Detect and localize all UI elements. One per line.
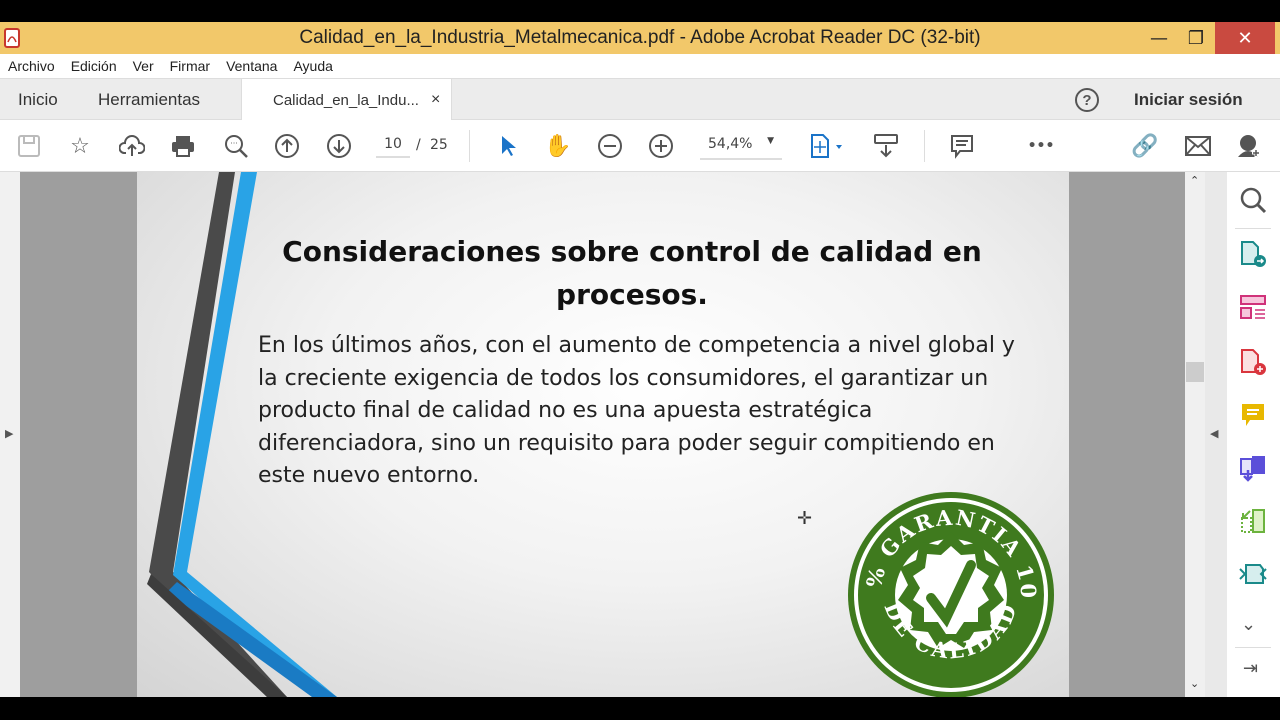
signin-button[interactable]: Iniciar sesión	[1134, 79, 1243, 120]
select-cursor-icon[interactable]	[494, 132, 522, 160]
crosshair-cursor-icon: ✛	[797, 508, 813, 529]
tab-inicio[interactable]: Inicio	[18, 79, 58, 120]
tab-document-label: Calidad_en_la_Indu...	[273, 91, 419, 109]
tab-close-icon[interactable]: ×	[431, 91, 440, 109]
window-title: Calidad_en_la_Industria_Metalmecanica.pd…	[299, 27, 981, 48]
zoom-in-icon[interactable]	[647, 132, 675, 160]
next-page-icon[interactable]	[325, 132, 353, 160]
zoom-search-icon[interactable]	[1239, 186, 1267, 214]
scroll-down-icon[interactable]: ⌄	[1190, 677, 1199, 690]
left-panel-toggle[interactable]: ▶	[0, 172, 20, 697]
share-link-icon[interactable]: 🔗	[1131, 132, 1159, 160]
panel-divider	[1235, 647, 1271, 648]
page-separator: /	[416, 137, 421, 153]
right-tools-panel: ⌄ ⇥	[1227, 172, 1280, 697]
email-icon[interactable]	[1184, 132, 1212, 160]
combine-files-icon[interactable]	[1239, 454, 1267, 482]
star-icon[interactable]: ☆	[66, 132, 94, 160]
document-title: Consideraciones sobre control de calidad…	[282, 235, 982, 311]
hand-tool-icon[interactable]: ✋	[544, 132, 572, 160]
document-area: ▶ Consideraciones sobre control de calid…	[0, 172, 1280, 697]
tab-document[interactable]: Calidad_en_la_Indu... ×	[241, 79, 452, 121]
title-bar: Calidad_en_la_Industria_Metalmecanica.pd…	[0, 22, 1280, 54]
page-number-input[interactable]: 10	[376, 136, 410, 158]
add-user-icon[interactable]	[1235, 132, 1263, 160]
toolbar-divider	[924, 130, 925, 162]
zoom-out-icon[interactable]	[596, 132, 624, 160]
zoom-level-value: 54,4%	[708, 136, 753, 152]
create-pdf-icon[interactable]	[1239, 348, 1267, 376]
document-paragraph: En los últimos años, con el aumento de c…	[258, 333, 1015, 488]
send-for-review-icon[interactable]	[1239, 561, 1267, 589]
comment-tool-icon[interactable]	[1239, 401, 1267, 429]
menu-archivo[interactable]: Archivo	[8, 58, 55, 74]
tab-herramientas[interactable]: Herramientas	[98, 79, 200, 120]
toolbar: ☆ ··· 10 / 25 ✋ 54,4% ▼ ••• 🔗	[0, 120, 1280, 172]
pdf-page: Consideraciones sobre control de calidad…	[137, 172, 1069, 697]
scroll-up-icon[interactable]: ⌃	[1190, 174, 1199, 187]
toolbar-divider	[469, 130, 470, 162]
right-panel-toggle[interactable]: ◀	[1205, 172, 1227, 697]
scrollbar-thumb[interactable]	[1186, 362, 1204, 382]
more-tools-chevron-icon[interactable]: ⌄	[1241, 614, 1256, 635]
menu-firmar[interactable]: Firmar	[170, 58, 210, 74]
fit-page-icon[interactable]	[808, 132, 848, 160]
expand-left-icon: ▶	[5, 427, 14, 440]
upload-cloud-icon[interactable]	[118, 132, 146, 160]
previous-page-icon[interactable]	[273, 132, 301, 160]
save-icon[interactable]	[15, 132, 43, 160]
menu-edicion[interactable]: Edición	[71, 58, 117, 74]
print-icon[interactable]	[169, 132, 197, 160]
quality-guarantee-stamp: 100% GARANTIA 100% DE CALIDAD	[846, 490, 1054, 697]
minimize-button[interactable]: —	[1145, 22, 1173, 54]
organize-pages-icon[interactable]	[1239, 294, 1267, 322]
maximize-button[interactable]: ❐	[1182, 22, 1210, 54]
menu-ayuda[interactable]: Ayuda	[293, 58, 332, 74]
collapse-panel-icon[interactable]: ⇥	[1243, 658, 1258, 679]
menu-ver[interactable]: Ver	[133, 58, 154, 74]
keyboard-scroll-icon[interactable]	[872, 132, 900, 160]
vertical-scrollbar[interactable]: ⌃ ⌄	[1185, 172, 1205, 697]
more-tools-icon[interactable]: •••	[1027, 132, 1055, 160]
svg-text:···: ···	[230, 139, 238, 148]
menu-ventana[interactable]: Ventana	[226, 58, 277, 74]
compress-pdf-icon[interactable]	[1239, 508, 1267, 536]
export-pdf-icon[interactable]	[1239, 240, 1267, 268]
panel-divider	[1235, 228, 1271, 229]
close-button[interactable]: ✕	[1215, 22, 1275, 54]
menu-bar: Archivo Edición Ver Firmar Ventana Ayuda	[0, 54, 1280, 78]
zoom-level-dropdown[interactable]: 54,4% ▼	[700, 136, 782, 160]
zoom-search-icon[interactable]: ···	[222, 132, 250, 160]
chevron-down-icon: ▼	[767, 136, 774, 146]
tab-bar: Inicio Herramientas Calidad_en_la_Indu..…	[0, 78, 1280, 121]
comment-icon[interactable]	[948, 132, 976, 160]
help-icon[interactable]: ?	[1075, 88, 1099, 112]
page-total: 25	[430, 137, 448, 153]
collapse-right-icon: ◀	[1210, 427, 1219, 440]
